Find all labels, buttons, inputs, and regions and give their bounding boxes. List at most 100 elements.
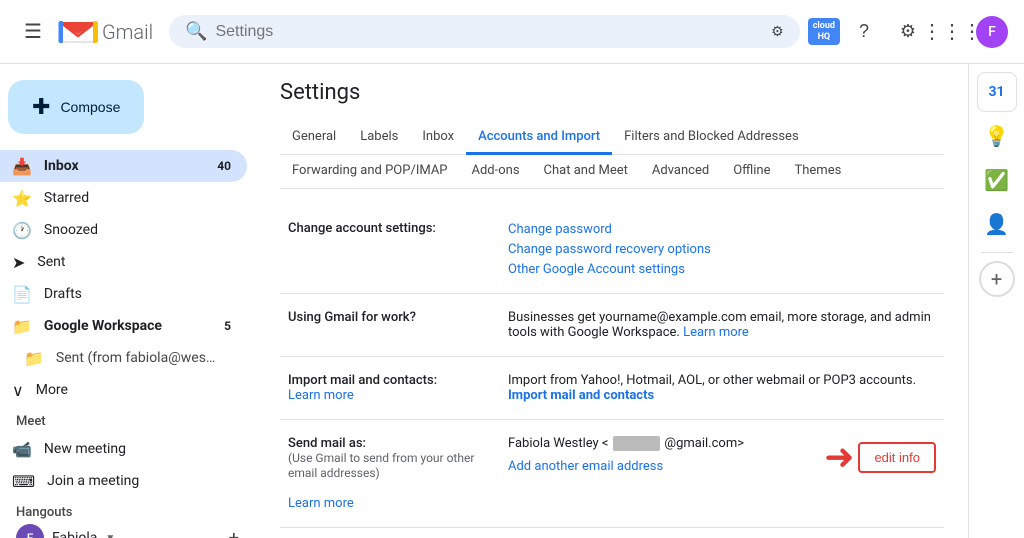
- value-import-mail: Import from Yahoo!, Hotmail, AOL, or oth…: [500, 357, 944, 420]
- row-change-account: Change account settings: Change password…: [280, 205, 944, 294]
- edit-info-button[interactable]: edit info: [858, 442, 936, 473]
- value-send-mail-as: Fabiola Westley < ••••••••••@gmail.com> A…: [500, 420, 944, 528]
- sidebar-snoozed-label: Snoozed: [44, 222, 231, 238]
- sent-icon: ➤: [12, 253, 25, 272]
- gmail-wordmark: Gmail: [102, 20, 153, 44]
- sidebar-item-new-meeting[interactable]: 📹 New meeting: [0, 433, 247, 465]
- add-app-button[interactable]: +: [979, 261, 1015, 297]
- hangouts-dropdown-icon: ▼: [105, 533, 115, 538]
- hangouts-section: Hangouts F Fabiola ▼ +: [0, 497, 255, 538]
- email-domain: @gmail.com>: [664, 436, 744, 451]
- gmail-logo-icon: [58, 18, 98, 46]
- link-change-recovery[interactable]: Change password recovery options: [508, 242, 711, 257]
- value-gmail-work: Businesses get yourname@example.com emai…: [500, 294, 944, 357]
- secondary-tabs: Forwarding and POP/IMAP Add-ons Chat and…: [280, 155, 944, 189]
- tab-offline[interactable]: Offline: [721, 155, 782, 189]
- tab-general[interactable]: General: [280, 121, 348, 155]
- help-button[interactable]: ?: [844, 12, 884, 52]
- sidebar-workspace-count: 5: [224, 319, 231, 333]
- hangouts-user[interactable]: F Fabiola ▼ +: [16, 524, 239, 538]
- sidebar-drafts-label: Drafts: [44, 286, 231, 302]
- link-add-email[interactable]: Add another email address: [508, 459, 663, 474]
- tune-icon[interactable]: ⚙: [771, 24, 784, 40]
- email-display-name: Fabiola Westley <: [508, 436, 609, 451]
- hangouts-avatar: F: [16, 524, 44, 538]
- link-learn-more-import[interactable]: Learn more: [288, 388, 354, 403]
- link-learn-more-send[interactable]: Learn more: [288, 496, 354, 511]
- tab-chat-meet[interactable]: Chat and Meet: [532, 155, 640, 189]
- email-blurred: ••••••••••: [613, 436, 661, 451]
- label-send-mail-as: Send mail as: (Use Gmail to send from yo…: [280, 420, 500, 528]
- right-sidebar: 31 💡 ✅ 👤 +: [968, 64, 1024, 538]
- join-meeting-label: Join a meeting: [47, 473, 139, 489]
- left-sidebar: ✚ Compose 📥 Inbox 40 ⭐ Starred 🕐 Snoozed: [0, 64, 256, 538]
- sent-fabiola-icon: 📁: [24, 349, 44, 368]
- calendar-icon[interactable]: 31: [977, 72, 1017, 112]
- link-google-account[interactable]: Other Google Account settings: [508, 262, 685, 277]
- clock-icon: 🕐: [12, 221, 32, 240]
- search-bar: 🔍 ⚙: [169, 15, 800, 48]
- sidebar-item-workspace[interactable]: 📁 Google Workspace 5: [0, 310, 247, 342]
- sidebar-item-inbox[interactable]: 📥 Inbox 40: [0, 150, 247, 182]
- tab-accounts-import[interactable]: Accounts and Import: [466, 121, 612, 155]
- tab-themes[interactable]: Themes: [783, 155, 854, 189]
- meet-section-title: Meet: [0, 406, 255, 433]
- sidebar-starred-label: Starred: [44, 190, 231, 206]
- tab-addons[interactable]: Add-ons: [460, 155, 532, 189]
- tab-labels[interactable]: Labels: [348, 121, 410, 155]
- keep-icon[interactable]: 💡: [977, 116, 1017, 156]
- sidebar-inbox-label: Inbox: [44, 158, 205, 174]
- sidebar-item-snoozed[interactable]: 🕐 Snoozed: [0, 214, 247, 246]
- sidebar-item-join-meeting[interactable]: ⌨ Join a meeting: [0, 465, 247, 497]
- more-icon: ∨: [12, 381, 24, 400]
- hangouts-username: Fabiola: [52, 530, 97, 538]
- workspace-icon: 📁: [12, 317, 32, 336]
- sidebar-item-starred[interactable]: ⭐ Starred: [0, 182, 247, 214]
- tab-inbox[interactable]: Inbox: [410, 121, 466, 155]
- drafts-icon: 📄: [12, 285, 32, 304]
- sidebar-item-sent-fabiola[interactable]: 📁 Sent (from fabiola@wes…: [0, 342, 247, 374]
- row-import-mail: Import mail and contacts: Learn more Imp…: [280, 357, 944, 420]
- sidebar-item-drafts[interactable]: 📄 Drafts: [0, 278, 247, 310]
- sidebar-sent-fabiola-label: Sent (from fabiola@wes…: [56, 350, 231, 366]
- value-change-account: Change password Change password recovery…: [500, 205, 944, 294]
- hangouts-add-icon[interactable]: +: [229, 528, 239, 538]
- send-mail-sublabel: (Use Gmail to send from your other email…: [288, 451, 474, 480]
- label-change-account: Change account settings:: [280, 205, 500, 294]
- compose-plus-icon: ✚: [32, 94, 50, 120]
- link-learn-more-workspace[interactable]: Learn more: [683, 325, 749, 340]
- link-import-contacts[interactable]: Import mail and contacts: [508, 388, 654, 403]
- sidebar-item-sent[interactable]: ➤ Sent: [0, 246, 247, 278]
- right-sidebar-divider: [981, 252, 1013, 253]
- row-gmail-work: Using Gmail for work? Businesses get you…: [280, 294, 944, 357]
- red-arrow-icon: ➜: [824, 436, 854, 478]
- tab-advanced[interactable]: Advanced: [640, 155, 721, 189]
- video-icon: 📹: [12, 440, 32, 459]
- primary-tabs: General Labels Inbox Accounts and Import…: [280, 121, 944, 155]
- profile-avatar[interactable]: F: [976, 16, 1008, 48]
- tasks-icon[interactable]: ✅: [977, 160, 1017, 200]
- sidebar-item-more[interactable]: ∨ More: [0, 374, 247, 406]
- gmail-logo: Gmail: [58, 18, 153, 46]
- cloudhq-badge: cloudHQ: [808, 18, 840, 46]
- star-icon: ⭐: [12, 189, 32, 208]
- hamburger-menu[interactable]: ☰: [16, 11, 50, 52]
- search-input[interactable]: [215, 23, 763, 41]
- tab-forwarding[interactable]: Forwarding and POP/IMAP: [280, 155, 460, 189]
- inbox-icon: 📥: [12, 157, 32, 176]
- keyboard-icon: ⌨: [12, 472, 35, 491]
- sidebar-inbox-count: 40: [217, 159, 231, 173]
- apps-button[interactable]: ⋮⋮⋮: [932, 12, 972, 52]
- hangouts-title: Hangouts: [16, 505, 239, 520]
- tab-filters[interactable]: Filters and Blocked Addresses: [612, 121, 811, 155]
- contacts-icon[interactable]: 👤: [977, 204, 1017, 244]
- compose-label: Compose: [60, 99, 120, 115]
- main-content: Settings General Labels Inbox Accounts a…: [256, 64, 968, 538]
- label-import-mail: Import mail and contacts: Learn more: [280, 357, 500, 420]
- sidebar-sent-label: Sent: [37, 254, 231, 270]
- search-icon: 🔍: [185, 21, 207, 42]
- link-change-password[interactable]: Change password: [508, 222, 612, 237]
- compose-button[interactable]: ✚ Compose: [8, 80, 144, 134]
- sidebar-workspace-label: Google Workspace: [44, 318, 212, 334]
- label-gmail-work: Using Gmail for work?: [280, 294, 500, 357]
